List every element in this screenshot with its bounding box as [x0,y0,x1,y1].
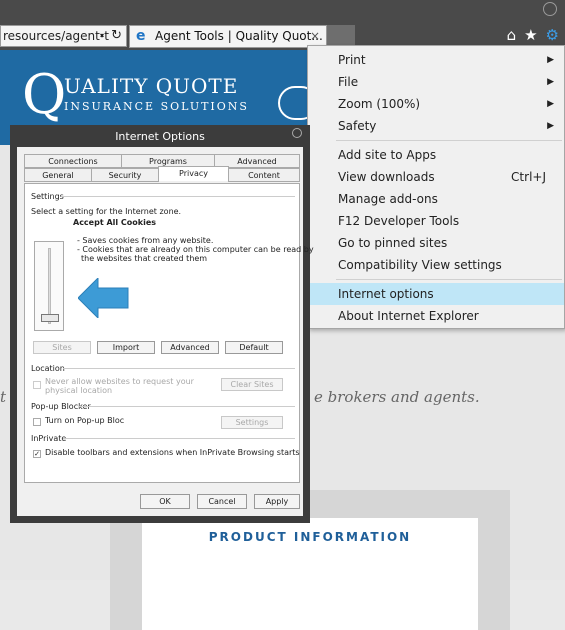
menu-label: View downloads [338,170,435,184]
help-icon[interactable] [292,128,302,138]
advanced-button[interactable]: Advanced [161,341,219,354]
slider-track [48,248,51,324]
menu-item-print[interactable]: Print ▶ [308,49,564,71]
settings-group-label: Settings [31,192,64,201]
blue-arrow-callout-icon [78,278,129,318]
menu-item-compat-view[interactable]: Compatibility View settings [308,254,564,276]
menu-item-internet-options[interactable]: Internet options [308,283,564,305]
popup-check-label: Turn on Pop-up Bloc [45,416,125,425]
tagline-right: e brokers and agents. [314,388,480,406]
inprivate-checkbox[interactable]: ✓ [33,450,41,458]
dialog-body: Connections Programs Advanced General Se… [17,147,314,516]
feedback-smiley-icon[interactable] [543,2,557,16]
menu-label: Manage add-ons [338,192,438,206]
menu-label: Go to pinned sites [338,236,448,250]
submenu-arrow-icon: ▶ [547,99,554,109]
level-desc-3: the websites that created them [81,254,208,263]
location-check-line1: Never allow websites to request your [45,377,194,386]
menu-separator [336,140,562,141]
tab-privacy[interactable]: Privacy [158,166,229,181]
menu-label: About Internet Explorer [338,309,479,323]
level-desc-2: - Cookies that are already on this compu… [77,245,314,254]
sites-button[interactable]: Sites [33,341,91,354]
dialog-title: Internet Options [115,130,205,143]
ie-logo-icon: e [136,28,146,44]
menu-item-safety[interactable]: Safety ▶ [308,115,564,137]
menu-label: Print [338,53,366,67]
menu-label: Add site to Apps [338,148,437,162]
menu-label: File [338,75,359,89]
menu-item-view-downloads[interactable]: View downloads Ctrl+J [308,166,564,188]
group-divider [63,438,295,439]
internet-options-dialog: Internet Options Connections Programs Ad… [10,125,314,523]
level-desc-1: - Saves cookies from any website. [77,236,214,245]
tagline-left: t [0,388,7,406]
home-icon[interactable]: ⌂ [507,26,517,46]
close-tab-icon[interactable]: × [310,26,320,47]
location-checkbox[interactable] [33,381,41,389]
group-divider [63,368,295,369]
menu-label: Compatibility View settings [338,258,502,272]
group-divider [79,406,295,407]
tab-title: Agent Tools | Quality Quot... [155,29,323,43]
menu-label: Safety [338,119,377,133]
submenu-arrow-icon: ▶ [547,55,554,65]
popup-checkbox[interactable] [33,418,41,426]
default-button[interactable]: Default [225,341,283,354]
menu-label: Internet options [338,287,434,301]
popup-settings-button[interactable]: Settings [221,416,283,429]
product-card: PRODUCT INFORMATION [142,518,478,630]
browser-tab-agent-tools[interactable]: e Agent Tools | Quality Quot... × [129,25,327,48]
cancel-button[interactable]: Cancel [197,494,247,509]
address-text: resources/agent-t [3,29,109,43]
logo-line2: INSURANCE SOLUTIONS [64,100,249,113]
address-dropdown-icon[interactable]: ▾ [100,26,104,46]
menu-item-pinned-sites[interactable]: Go to pinned sites [308,232,564,254]
menu-item-manage-addons[interactable]: Manage add-ons [308,188,564,210]
privacy-level-slider[interactable] [34,241,64,331]
menu-separator [336,279,562,280]
location-check-line2: physical location [45,386,113,395]
logo-line1: UALITY QUOTE [64,74,239,98]
toolbar-icons: ⌂ ★ ⚙ [507,26,559,46]
address-bar[interactable]: resources/agent-t ▾ ↻ [0,25,127,47]
submenu-arrow-icon: ▶ [547,77,554,87]
refresh-icon[interactable]: ↻ [111,26,122,46]
menu-item-about-ie[interactable]: About Internet Explorer [308,305,564,327]
tab-content[interactable]: Content [228,168,300,182]
menu-shortcut: Ctrl+J [511,170,546,184]
product-heading: PRODUCT INFORMATION [208,530,412,544]
group-divider [61,196,295,197]
menu-item-add-site-to-apps[interactable]: Add site to Apps [308,144,564,166]
level-title: Accept All Cookies [73,218,157,227]
import-button[interactable]: Import [97,341,155,354]
menu-item-zoom[interactable]: Zoom (100%) ▶ [308,93,564,115]
browser-toolbar: resources/agent-t ▾ ↻ e Agent Tools | Qu… [0,0,565,50]
menu-label: F12 Developer Tools [338,214,460,228]
tab-connections[interactable]: Connections [24,154,122,168]
inprivate-group-label: InPrivate [31,434,67,443]
slider-thumb[interactable] [41,314,59,322]
tools-dropdown-menu: Print ▶ File ▶ Zoom (100%) ▶ Safety ▶ Ad… [307,45,565,329]
privacy-panel: Settings Select a setting for the Intern… [24,183,314,483]
menu-item-f12-tools[interactable]: F12 Developer Tools [308,210,564,232]
menu-label: Zoom (100%) [338,97,421,111]
inprivate-check-label: Disable toolbars and extensions when InP… [45,448,300,457]
zone-instruction: Select a setting for the Internet zone. [31,207,182,216]
ok-button[interactable]: OK [140,494,190,509]
menu-item-file[interactable]: File ▶ [308,71,564,93]
location-group-label: Location [31,364,65,373]
clear-sites-button[interactable]: Clear Sites [221,378,283,391]
tab-general[interactable]: General [24,168,92,182]
submenu-arrow-icon: ▶ [547,121,554,131]
favorites-star-icon[interactable]: ★ [524,26,537,46]
tab-security[interactable]: Security [91,168,159,182]
logo-q: Q [22,63,67,126]
apply-button[interactable]: Apply [254,494,300,509]
gear-icon[interactable]: ⚙ [546,26,559,46]
